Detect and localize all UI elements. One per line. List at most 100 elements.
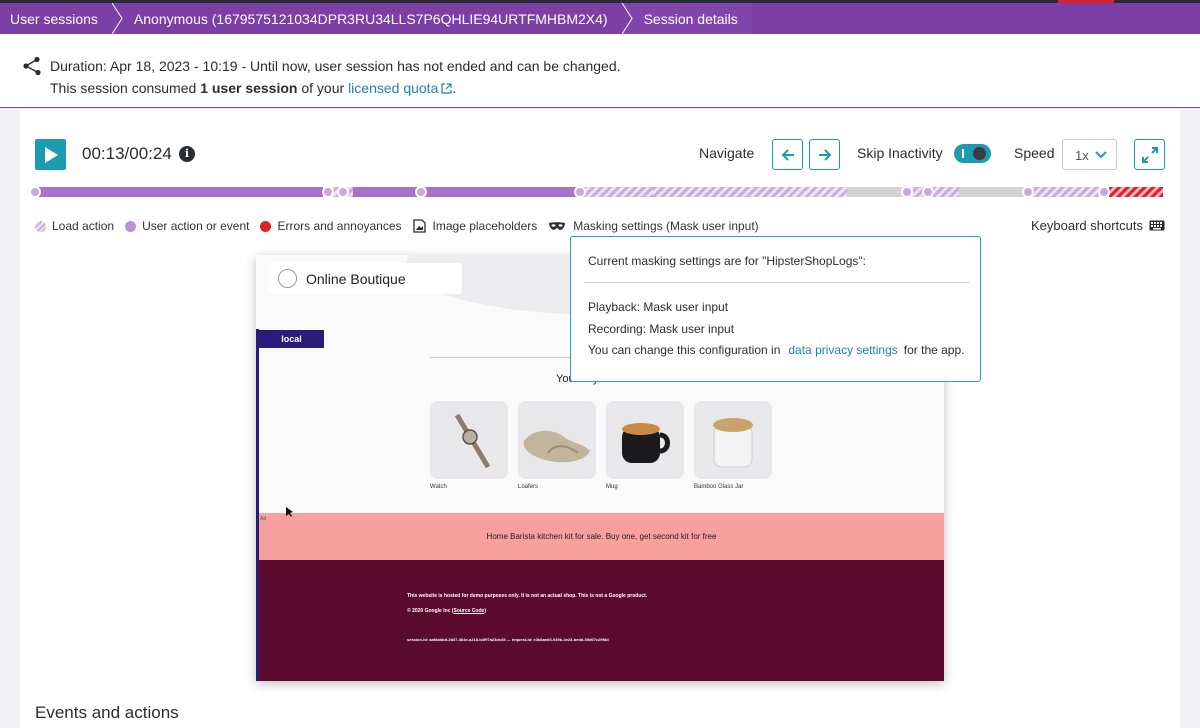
user-action-swatch: [125, 220, 137, 232]
recording-setting: Recording: Mask user input: [588, 322, 735, 336]
timeline-load-segment: [1027, 187, 1105, 197]
footer-session-ids: session-id: aafdabbd-2b37-464e-a218-b4f9…: [407, 637, 609, 642]
copyright-close: ): [484, 608, 486, 614]
breadcrumb-user-sessions[interactable]: User sessions: [0, 3, 112, 34]
keyboard-icon: [1149, 220, 1165, 231]
consumption-prefix: This session consumed: [50, 80, 201, 96]
legend-load-action: Load action: [35, 219, 114, 233]
session-share-icon: [23, 56, 41, 76]
timeline-event-marker[interactable]: [901, 186, 913, 198]
chevron-down-icon: [1095, 151, 1107, 159]
legend-label: Errors and annoyances: [277, 219, 402, 233]
timeline-event-marker[interactable]: [322, 186, 334, 198]
masking-settings-popover: Current masking settings are for "Hipste…: [570, 236, 981, 382]
speed-select[interactable]: 1x: [1062, 139, 1117, 170]
breadcrumb-separator-icon: [111, 3, 124, 34]
navigate-previous-button[interactable]: [772, 139, 803, 170]
fullscreen-button[interactable]: [1134, 139, 1165, 170]
arrow-left-icon: [781, 149, 794, 161]
external-link-icon: [441, 83, 452, 94]
source-code-link[interactable]: Source Code: [453, 608, 484, 614]
breadcrumb: User sessions Anonymous (1679575121034DP…: [0, 3, 1200, 34]
timeline-event-marker[interactable]: [922, 186, 934, 198]
skip-inactivity-label: Skip Inactivity: [857, 145, 943, 161]
session-consumption: This session consumed 1 user session of …: [50, 80, 456, 96]
privacy-hint: You can change this configuration in data…: [588, 343, 964, 357]
breadcrumb-separator-icon: [621, 3, 634, 34]
breadcrumb-label: User sessions: [10, 10, 98, 27]
timeline-event-marker[interactable]: [574, 186, 586, 198]
licensed-quota-label: licensed quota: [348, 80, 439, 96]
speed-value: 1x: [1075, 148, 1089, 163]
play-button[interactable]: [35, 139, 66, 170]
licensed-quota-link[interactable]: licensed quota: [348, 80, 452, 96]
watch-image: [430, 401, 508, 479]
popover-title: Current masking settings are for "Hipste…: [588, 254, 866, 268]
product-name: Watch: [430, 484, 447, 490]
breadcrumb-label: Session details: [643, 10, 738, 27]
privacy-hint-prefix: You can change this configuration in: [588, 343, 781, 357]
timeline-played-segment: [33, 187, 323, 197]
footer-copyright: © 2020 Google Inc (Source Code): [407, 608, 486, 614]
breadcrumb-session-details[interactable]: Session details: [633, 3, 752, 34]
legend-image-placeholders: Image placeholders: [412, 219, 538, 233]
info-icon[interactable]: i: [179, 146, 195, 162]
timeline-inactive-segment: [959, 187, 1027, 197]
popover-divider: [584, 282, 969, 283]
consumption-mid: of your: [297, 80, 349, 96]
site-brand-header: Online Boutique: [268, 263, 462, 294]
image-placeholder-icon: [412, 219, 426, 233]
recommended-products: Watch Loafers Mug Bamboo Glass Jar: [430, 401, 782, 490]
timeline-event-marker[interactable]: [415, 186, 427, 198]
session-duration: Duration: Apr 18, 2023 - 10:19 - Until n…: [50, 58, 621, 74]
breadcrumb-anonymous-user[interactable]: Anonymous (1679575121034DPR3RU34LLS7P6QH…: [124, 3, 622, 34]
keyboard-shortcuts-button[interactable]: Keyboard shortcuts: [1031, 218, 1165, 233]
mug-image: [606, 401, 684, 479]
product-card: Watch: [430, 401, 508, 490]
timeline-error-segment: [1109, 187, 1163, 197]
navigate-label: Navigate: [699, 145, 755, 161]
events-and-actions-heading: Events and actions: [35, 703, 179, 722]
product-name: Loafers: [518, 484, 539, 490]
product-card: Loafers: [518, 401, 596, 490]
timeline-legend: Load action User action or event Errors …: [35, 219, 770, 233]
timeline-played-segment: [353, 187, 583, 197]
product-card: Mug: [606, 401, 684, 490]
product-name: Mug: [606, 484, 618, 490]
consumption-suffix: .: [452, 80, 457, 96]
toggle-on-mark: [962, 149, 964, 158]
session-info-header: Duration: Apr 18, 2023 - 10:19 - Until n…: [0, 34, 1200, 108]
site-footer: This website is hosted for demo purposes…: [259, 560, 944, 681]
navigate-next-button[interactable]: [809, 139, 840, 170]
session-replay-panel: 00:13/00:24 i Navigate Skip Inactivity S…: [20, 109, 1180, 728]
toggle-knob: [973, 147, 986, 160]
loafers-image: [518, 401, 596, 479]
playback-setting: Playback: Mask user input: [588, 300, 729, 314]
legend-label: Load action: [52, 219, 115, 233]
environment-tag: local: [259, 330, 324, 348]
legend-errors: Errors and annoyances: [260, 219, 402, 233]
fullscreen-icon: [1142, 147, 1158, 163]
footer-disclaimer: This website is hosted for demo purposes…: [407, 593, 648, 599]
timeline-event-marker[interactable]: [337, 186, 349, 198]
playback-timeline[interactable]: [29, 185, 1165, 199]
ad-label: Ad: [260, 516, 267, 522]
product-card: Bamboo Glass Jar: [694, 401, 772, 490]
skip-inactivity-toggle[interactable]: [954, 144, 991, 163]
keyboard-shortcuts-label: Keyboard shortcuts: [1030, 218, 1143, 233]
timeline-event-marker[interactable]: [29, 186, 41, 198]
error-swatch: [260, 220, 272, 232]
timeline-event-marker[interactable]: [1098, 186, 1110, 198]
timeline-load-segment: [653, 187, 847, 197]
timeline-event-marker[interactable]: [1022, 186, 1034, 198]
bamboo-jar-image: [694, 401, 772, 479]
data-privacy-settings-link[interactable]: data privacy settings: [788, 343, 897, 357]
site-brand-name: Online Boutique: [306, 270, 406, 287]
legend-label: Image placeholders: [432, 219, 538, 233]
timeline-inactive-segment: [847, 187, 907, 197]
privacy-hint-suffix: for the app.: [903, 343, 965, 357]
load-action-swatch: [35, 220, 46, 232]
promo-banner: Home Barista kitchen kit for sale. Buy o…: [259, 513, 944, 560]
timeline-load-segment: [583, 187, 653, 197]
legend-masking-settings[interactable]: Masking settings (Mask user input): [548, 219, 759, 233]
